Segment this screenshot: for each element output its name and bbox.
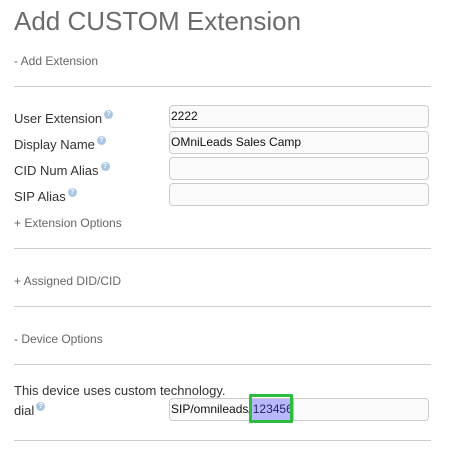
divider [14, 86, 431, 87]
sip-alias-input[interactable] [169, 183, 429, 206]
cid-num-alias-input[interactable] [169, 157, 429, 180]
dial-label-text: dial [14, 403, 35, 418]
divider [14, 248, 431, 249]
divider [14, 364, 431, 365]
section-toggle-extension-options[interactable]: + Extension Options [14, 216, 122, 230]
section-toggle-assigned-did[interactable]: + Assigned DID/CID [14, 274, 121, 288]
sip-alias-label: SIP Alias? [14, 188, 77, 204]
question-circle-icon[interactable]: ? [104, 110, 114, 119]
cid-num-alias-label-text: CID Num Alias [14, 163, 99, 178]
user-extension-label: User Extension? [14, 110, 114, 126]
page-title: Add CUSTOM Extension [14, 6, 302, 36]
display-name-label: Display Name? [14, 136, 106, 152]
dial-label: dial? [14, 402, 46, 418]
cid-num-alias-label: CID Num Alias? [14, 162, 110, 178]
question-circle-icon[interactable]: ? [100, 162, 110, 171]
question-circle-icon[interactable]: ? [36, 402, 46, 411]
sip-alias-label-text: SIP Alias [14, 189, 66, 204]
dial-input-selection[interactable]: 123456 [248, 394, 294, 423]
dial-input-prefix: SIP/omnileads/ [171, 402, 252, 416]
display-name-label-text: Display Name [14, 137, 95, 152]
device-note: This device uses custom technology. [14, 383, 226, 398]
dial-input[interactable]: SIP/omnileads/123456 [169, 394, 429, 423]
user-extension-input[interactable]: 2222 [169, 105, 429, 128]
section-toggle-device-options[interactable]: - Device Options [14, 332, 103, 346]
display-name-input[interactable]: OMniLeads Sales Camp [169, 131, 429, 154]
question-circle-icon[interactable]: ? [67, 188, 77, 197]
section-toggle-add-extension[interactable]: - Add Extension [14, 54, 98, 68]
question-circle-icon[interactable]: ? [96, 136, 106, 145]
divider [14, 306, 431, 307]
divider [14, 440, 431, 441]
user-extension-label-text: User Extension [14, 111, 103, 126]
